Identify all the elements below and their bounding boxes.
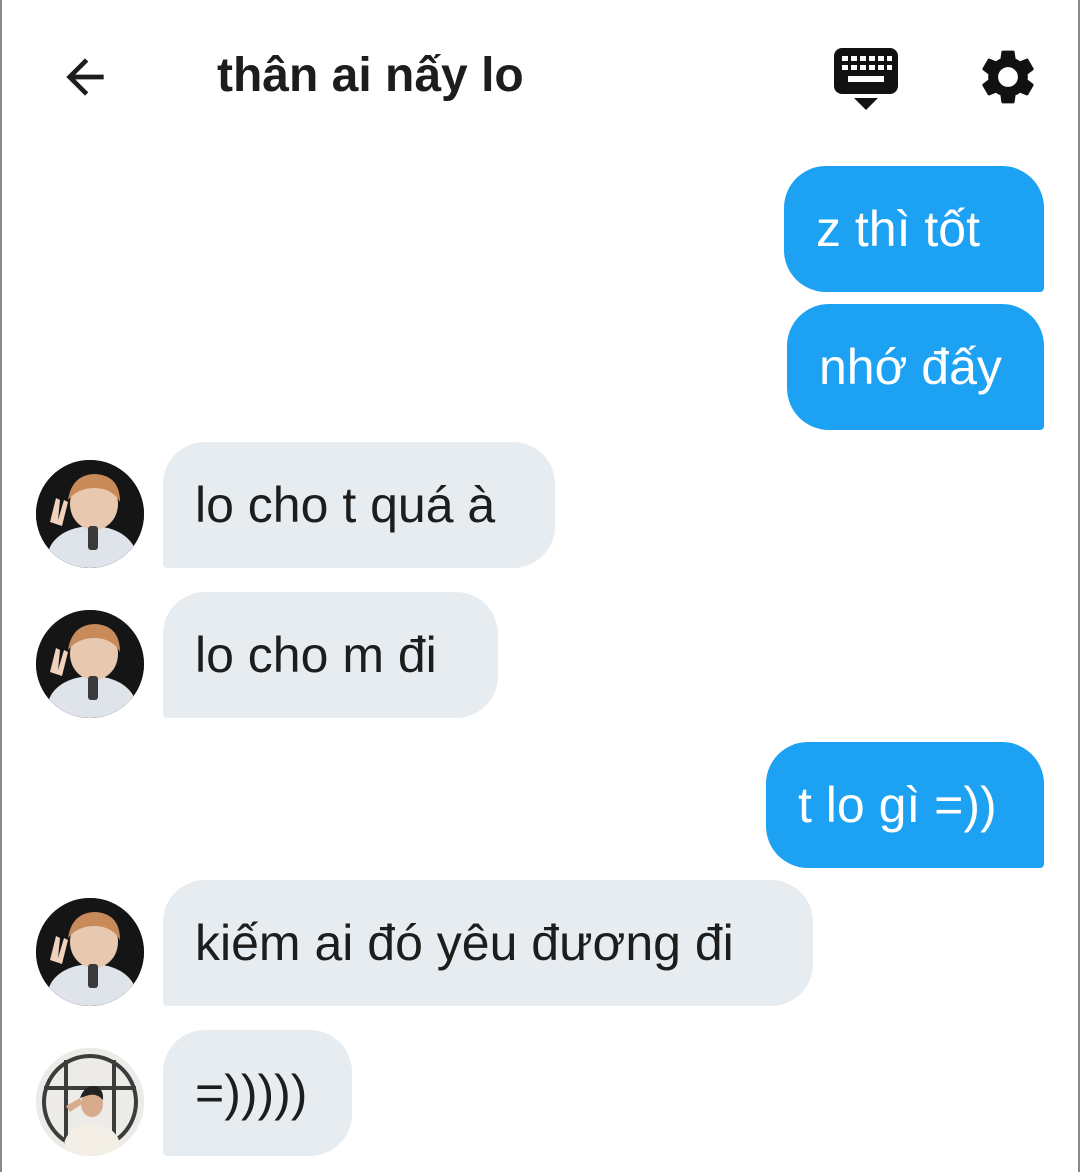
message-bubble-incoming[interactable]: kiếm ai đó yêu đương đi <box>163 880 813 1006</box>
avatar-photo <box>36 898 144 1006</box>
settings-button[interactable] <box>972 44 1044 110</box>
back-button[interactable] <box>52 44 118 110</box>
message-bubble-incoming[interactable]: lo cho t quá à <box>163 442 555 568</box>
keyboard-hide-icon <box>834 48 898 110</box>
message-bubble-incoming[interactable]: lo cho m đi <box>163 592 498 718</box>
arrow-left-icon <box>66 58 104 96</box>
screen-edge-left <box>0 0 2 1172</box>
contact-avatar[interactable] <box>36 610 144 718</box>
contact-avatar[interactable] <box>36 898 144 1006</box>
avatar-photo <box>36 460 144 568</box>
contact-avatar[interactable] <box>36 460 144 568</box>
conversation-title: thân ai nấy lo <box>217 49 524 102</box>
own-avatar[interactable] <box>36 1048 144 1156</box>
gear-icon <box>982 50 1034 104</box>
keyboard-toggle-button[interactable] <box>830 44 902 114</box>
message-bubble-outgoing[interactable]: t lo gì =)) <box>766 742 1044 868</box>
message-bubble-incoming[interactable]: =))))) <box>163 1030 352 1156</box>
conversation-header: thân ai nấy lo <box>0 0 1080 150</box>
avatar-photo <box>36 610 144 718</box>
avatar-photo <box>36 1048 144 1156</box>
message-bubble-outgoing[interactable]: nhớ đấy <box>787 304 1044 430</box>
message-bubble-outgoing[interactable]: z thì tốt <box>784 166 1044 292</box>
